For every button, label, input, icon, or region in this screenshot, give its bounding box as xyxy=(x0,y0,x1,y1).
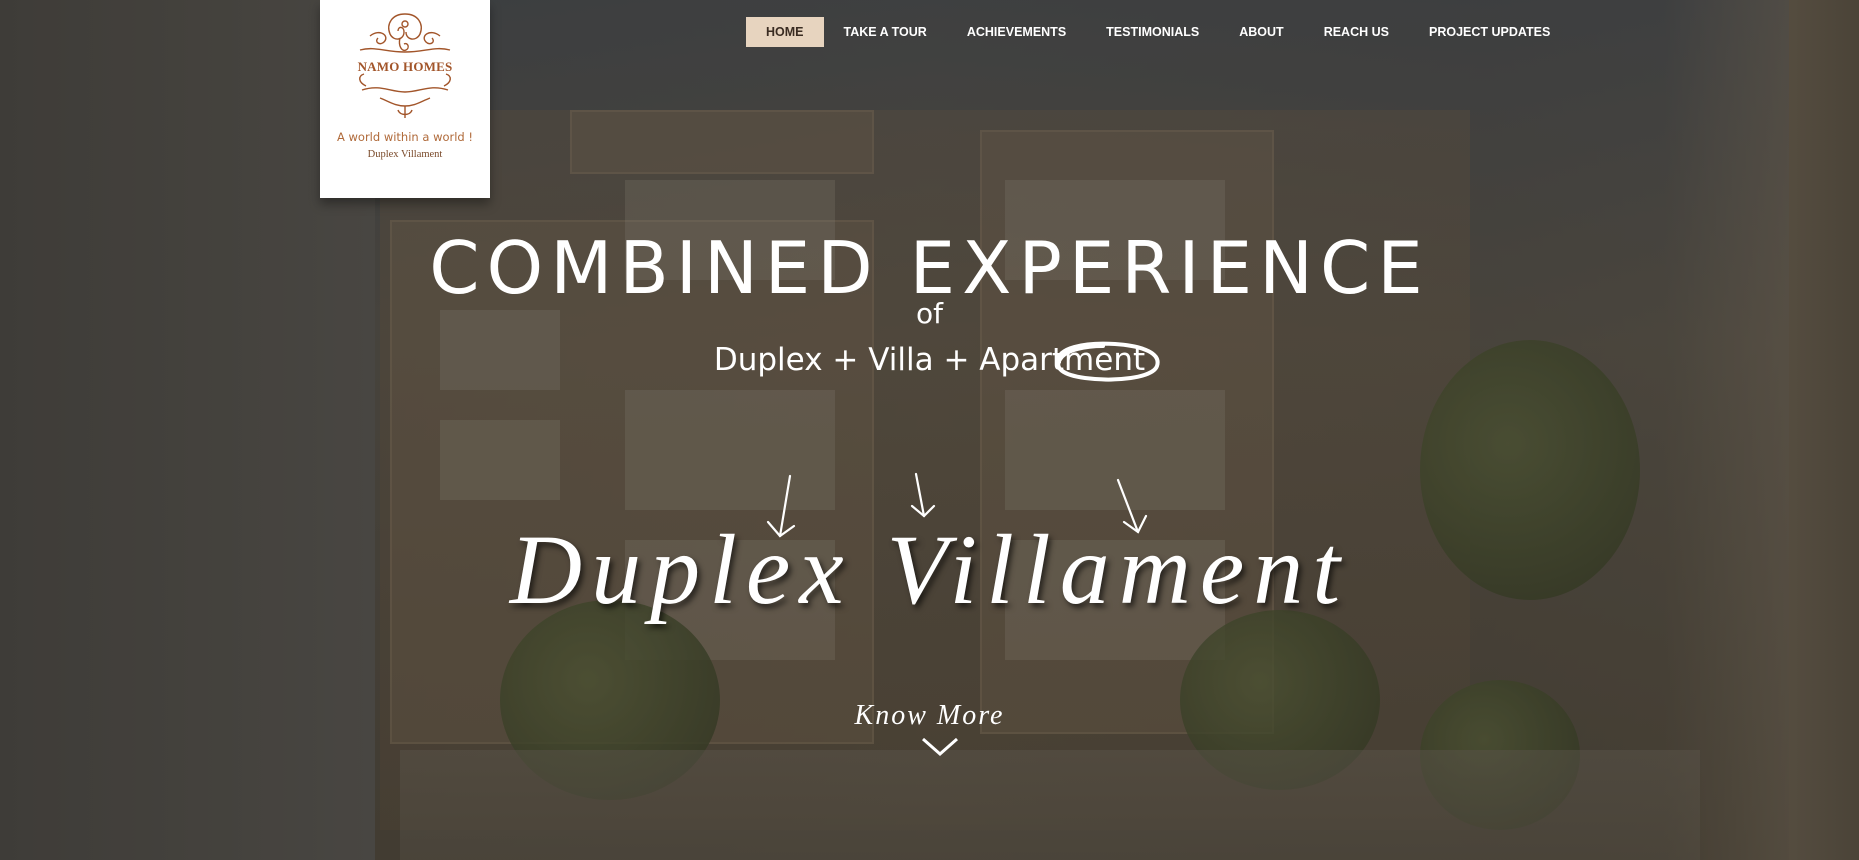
nav-item-project-updates[interactable]: PROJECT UPDATES xyxy=(1409,17,1570,47)
nav-item-take-a-tour[interactable]: TAKE A TOUR xyxy=(824,17,947,47)
nav-item-achievements[interactable]: ACHIEVEMENTS xyxy=(947,17,1086,47)
hero-subtitle: Duplex + Villa + Apartment xyxy=(713,342,1146,378)
hero-script-title: Duplex Villament xyxy=(509,514,1350,625)
nav-item-home[interactable]: HOME xyxy=(746,17,824,47)
logo[interactable]: NAMO HOMES A world within a world ! Dupl… xyxy=(320,0,490,198)
nav-item-testimonials[interactable]: TESTIMONIALS xyxy=(1086,17,1219,47)
hero-of-text: of xyxy=(916,297,943,330)
main-nav: HOME TAKE A TOUR ACHIEVEMENTS TESTIMONIA… xyxy=(746,17,1570,47)
logo-subtitle: Duplex Villament xyxy=(367,149,443,160)
logo-tagline: A world within a world ! xyxy=(336,130,473,144)
hero-section: NAMO HOMES A world within a world ! Dupl… xyxy=(0,0,1859,860)
chevron-down-icon[interactable] xyxy=(920,736,960,758)
nav-item-reach-us[interactable]: REACH US xyxy=(1304,17,1409,47)
nav-item-about[interactable]: ABOUT xyxy=(1219,17,1303,47)
logo-brand-name: NAMO HOMES xyxy=(357,59,453,74)
hand-drawn-circle-icon xyxy=(1056,341,1160,382)
know-more-link[interactable]: Know More xyxy=(0,700,1859,732)
